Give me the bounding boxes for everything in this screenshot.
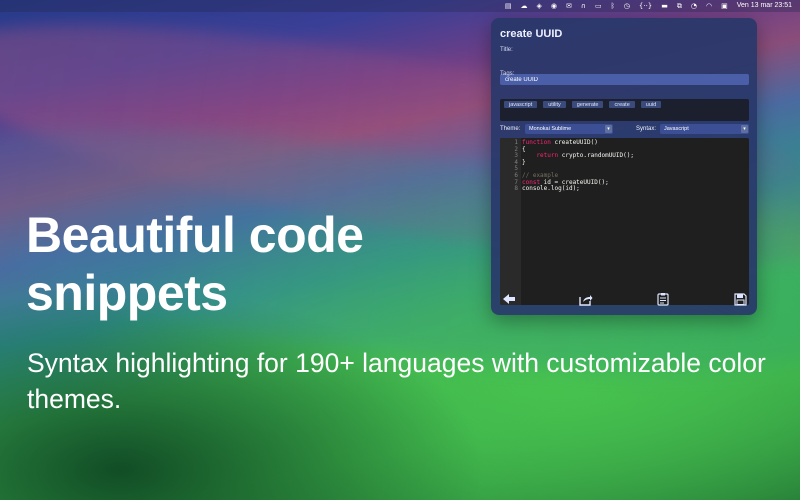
display-icon[interactable]: ▭ [595, 0, 602, 12]
back-button[interactable] [502, 292, 516, 306]
tag-chip[interactable]: create [609, 101, 635, 108]
chevron-down-icon: ▾ [605, 125, 612, 133]
clock-icon[interactable]: ◔ [691, 0, 697, 12]
tags-label: Tags: [500, 71, 515, 77]
panel-title: create UUID [500, 28, 563, 40]
code-content[interactable]: function createUUID(){ return crypto.ran… [522, 139, 634, 193]
syntax-select[interactable]: Javascript ▾ [660, 124, 749, 134]
mail-icon[interactable]: ✉ [566, 0, 572, 12]
theme-row: Theme: Monokai Sublime ▾ Syntax: Javascr… [500, 124, 749, 136]
tag-chip[interactable]: javascript [504, 101, 538, 108]
panel-toolbar [500, 290, 749, 308]
record-icon[interactable]: ◉ [551, 0, 557, 12]
line-number-gutter: 1 2 3 4 5 6 7 8 [500, 138, 521, 305]
battery-icon[interactable]: ▬ [661, 0, 668, 12]
menu-bar: ▤ ☁ ◈ ◉ ✉ ∩ ▭ ᛒ ◷ {··} ▬ ⧉ ◔ ◠ ▣ Ven 13 … [0, 0, 800, 12]
control-center-icon[interactable]: ▣ [721, 0, 728, 12]
activity-icon[interactable]: ▤ [505, 0, 512, 12]
headphones-icon[interactable]: ∩ [581, 0, 586, 12]
copy-button[interactable] [656, 292, 670, 306]
bluetooth-icon[interactable]: ᛒ [611, 0, 615, 12]
wifi-icon[interactable]: ◠ [706, 0, 712, 12]
menu-clock[interactable]: Ven 13 mar 23:51 [737, 0, 792, 12]
save-icon [733, 292, 747, 306]
theme-select[interactable]: Monokai Sublime ▾ [525, 124, 613, 134]
tag-chip[interactable]: utility [543, 101, 566, 108]
braces-icon[interactable]: {··} [639, 0, 652, 12]
tag-chip[interactable]: generate [571, 101, 604, 108]
theme-value: Monokai Sublime [529, 126, 572, 132]
snippet-panel: create UUID Title: Tags: javascript util… [491, 18, 757, 315]
title-input[interactable] [500, 74, 749, 85]
shortcut-icon[interactable]: ◈ [536, 0, 541, 12]
airplay-icon[interactable]: ⧉ [677, 0, 682, 12]
code-editor[interactable]: 1 2 3 4 5 6 7 8 function createUUID(){ r… [500, 138, 749, 305]
syntax-label: Syntax: [636, 126, 657, 132]
code-line: return crypto.randomUUID(); [522, 152, 634, 160]
timer-icon[interactable]: ◷ [624, 0, 630, 12]
clipboard-icon [657, 293, 669, 306]
cloud-icon[interactable]: ☁ [520, 0, 527, 12]
hero-subtitle: Syntax highlighting for 190+ languages w… [27, 348, 766, 414]
share-icon [579, 294, 593, 306]
line-number: 8 [514, 185, 518, 193]
syntax-value: Javascript [664, 126, 689, 132]
code-line: function createUUID() [522, 139, 598, 146]
code-line: } [522, 158, 526, 166]
code-line: console.log(id); [522, 185, 580, 193]
title-label: Title: [500, 47, 513, 53]
save-button[interactable] [733, 292, 747, 306]
back-arrow-icon [503, 294, 515, 304]
theme-label: Theme: [500, 126, 521, 132]
share-button[interactable] [579, 292, 593, 306]
hero-heading: Beautiful code snippets [26, 207, 364, 321]
tag-chip[interactable]: uuid [640, 101, 662, 108]
chevron-down-icon: ▾ [741, 125, 748, 133]
tags-field[interactable]: javascript utility generate create uuid [500, 99, 749, 121]
